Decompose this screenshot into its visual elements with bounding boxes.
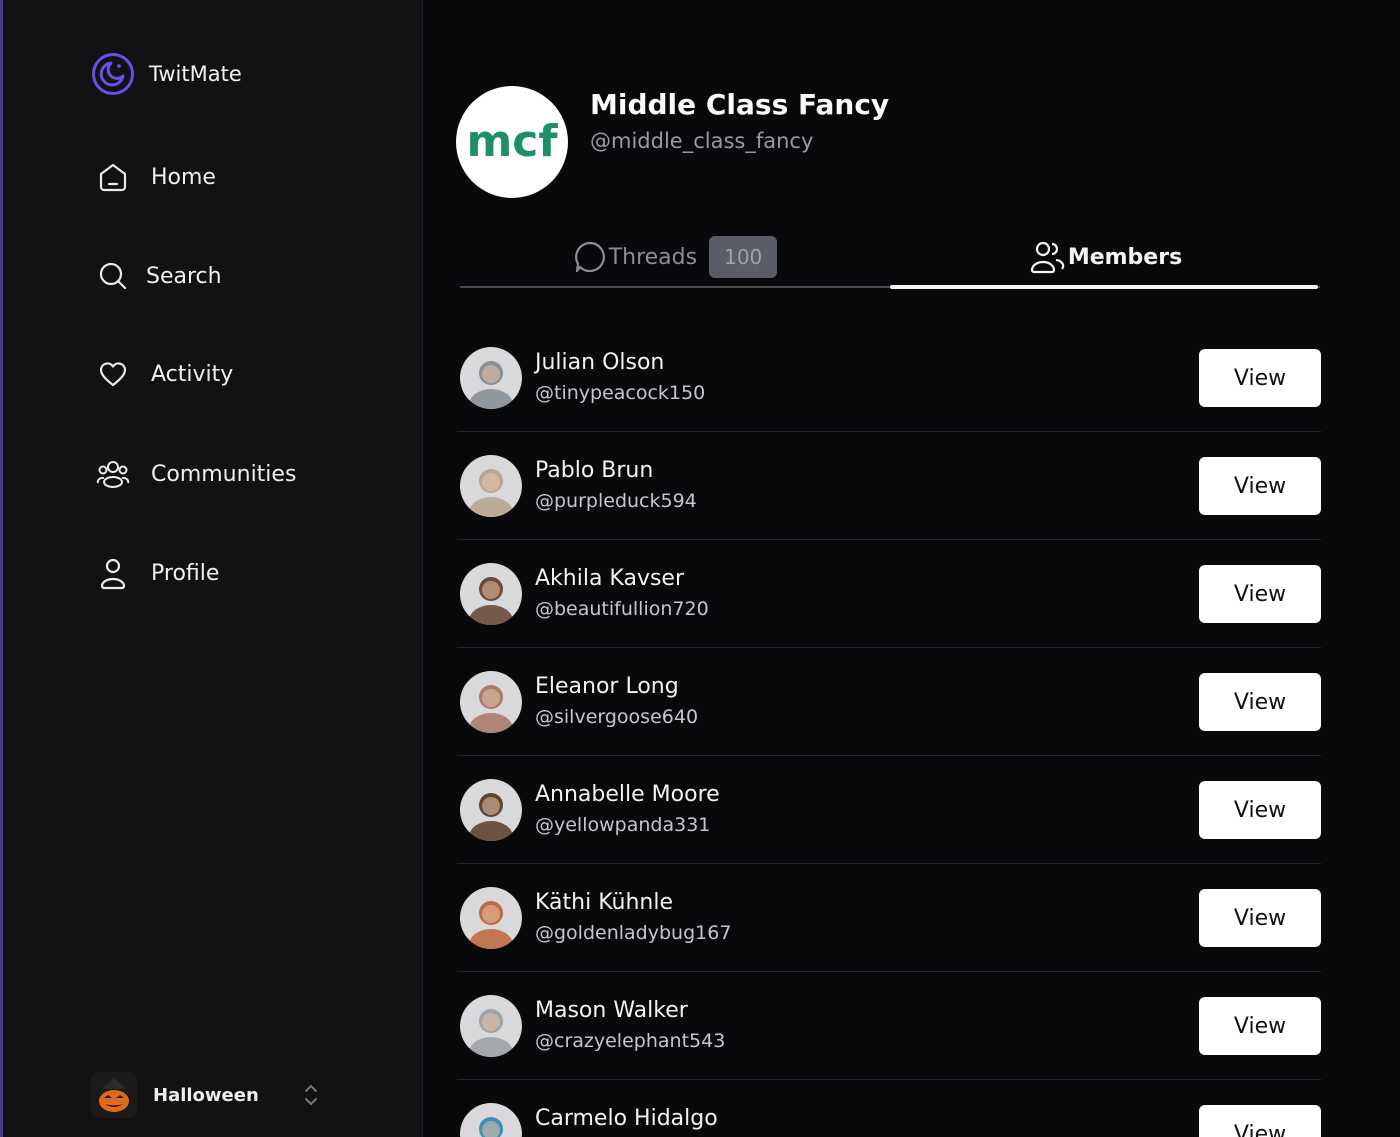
avatar[interactable] bbox=[460, 455, 522, 517]
main-content: mcf Middle Class Fancy @middle_class_fan… bbox=[424, 0, 1400, 1137]
member-handle: @crazyelephant543 bbox=[535, 1030, 726, 1052]
members-list: Julian Olson @tinypeacock150 View Pablo … bbox=[457, 324, 1321, 1137]
chevron-up-down-icon[interactable] bbox=[301, 1080, 321, 1110]
community-info: Middle Class Fancy @middle_class_fancy bbox=[590, 88, 889, 153]
heart-icon bbox=[95, 356, 131, 392]
sidebar-item-label: Communities bbox=[151, 461, 297, 487]
member-row: Annabelle Moore @yellowpanda331 View bbox=[457, 756, 1321, 864]
tab-label: Members bbox=[1067, 244, 1183, 270]
member-handle: @purpleduck594 bbox=[535, 490, 697, 512]
member-row: Mason Walker @crazyelephant543 View bbox=[457, 972, 1321, 1080]
member-row: Akhila Kavser @beautifullion720 View bbox=[457, 540, 1321, 648]
active-tab-indicator bbox=[890, 285, 1318, 289]
community-name: Middle Class Fancy bbox=[590, 88, 890, 121]
member-handle: @tinypeacock150 bbox=[535, 382, 706, 404]
team-name: Halloween bbox=[153, 1084, 259, 1106]
pumpkin-icon bbox=[91, 1072, 137, 1118]
view-button[interactable]: View bbox=[1199, 673, 1321, 731]
view-button[interactable]: View bbox=[1199, 457, 1321, 515]
sidebar-item-profile[interactable]: Profile bbox=[95, 555, 219, 591]
avatar[interactable] bbox=[460, 1103, 522, 1137]
avatar[interactable] bbox=[460, 347, 522, 409]
view-button[interactable]: View bbox=[1199, 349, 1321, 407]
user-icon bbox=[95, 555, 131, 591]
member-handle: @goldenladybug167 bbox=[535, 922, 732, 944]
tab-bar: Threads 100 Members bbox=[460, 226, 1320, 290]
communities-icon bbox=[95, 456, 131, 492]
member-row: Pablo Brun @purpleduck594 View bbox=[457, 432, 1321, 540]
sidebar-item-label: Activity bbox=[151, 361, 234, 387]
sidebar-item-search[interactable]: Search bbox=[95, 258, 222, 294]
community-logo: mcf bbox=[456, 86, 568, 198]
team-switcher[interactable]: Halloween bbox=[91, 1072, 321, 1118]
member-name[interactable]: Pablo Brun bbox=[535, 458, 653, 483]
view-button[interactable]: View bbox=[1199, 1105, 1321, 1137]
tab-members[interactable]: Members bbox=[890, 226, 1320, 288]
chat-bubble-icon bbox=[574, 241, 605, 273]
avatar[interactable] bbox=[460, 671, 522, 733]
view-button[interactable]: View bbox=[1199, 781, 1321, 839]
member-name[interactable]: Annabelle Moore bbox=[535, 782, 720, 807]
members-icon bbox=[1030, 241, 1064, 274]
member-row: Eleanor Long @silvergoose640 View bbox=[457, 648, 1321, 756]
search-icon bbox=[95, 258, 131, 294]
member-row: Carmelo Hidalgo View bbox=[457, 1080, 1321, 1137]
member-name[interactable]: Akhila Kavser bbox=[535, 566, 684, 591]
tab-label: Threads bbox=[608, 244, 698, 270]
member-row: Julian Olson @tinypeacock150 View bbox=[457, 324, 1321, 432]
avatar[interactable] bbox=[460, 995, 522, 1057]
member-handle: @yellowpanda331 bbox=[535, 814, 711, 836]
member-name[interactable]: Julian Olson bbox=[535, 350, 664, 375]
sidebar: TwitMate Home Search Activity Communitie… bbox=[3, 0, 423, 1137]
member-handle: @silvergoose640 bbox=[535, 706, 699, 728]
member-name[interactable]: Mason Walker bbox=[535, 998, 688, 1023]
member-handle: @beautifullion720 bbox=[535, 598, 709, 620]
view-button[interactable]: View bbox=[1199, 997, 1321, 1055]
view-button[interactable]: View bbox=[1199, 889, 1321, 947]
member-name[interactable]: Käthi Kühnle bbox=[535, 890, 673, 915]
view-button[interactable]: View bbox=[1199, 565, 1321, 623]
sidebar-item-communities[interactable]: Communities bbox=[95, 456, 296, 492]
sidebar-item-label: Search bbox=[146, 263, 222, 289]
tab-threads[interactable]: Threads 100 bbox=[460, 226, 890, 288]
app-name: TwitMate bbox=[149, 62, 242, 86]
community-header: mcf Middle Class Fancy @middle_class_fan… bbox=[456, 86, 889, 198]
threads-count-badge: 100 bbox=[709, 236, 778, 278]
member-row: Käthi Kühnle @goldenladybug167 View bbox=[457, 864, 1321, 972]
avatar[interactable] bbox=[460, 779, 522, 841]
member-name[interactable]: Carmelo Hidalgo bbox=[535, 1106, 718, 1131]
community-handle: @middle_class_fancy bbox=[590, 129, 814, 153]
member-name[interactable]: Eleanor Long bbox=[535, 674, 679, 699]
sidebar-item-activity[interactable]: Activity bbox=[95, 356, 233, 392]
sidebar-item-label: Profile bbox=[151, 560, 220, 586]
sidebar-item-label: Home bbox=[151, 164, 216, 190]
moon-logo-icon bbox=[92, 53, 134, 95]
avatar[interactable] bbox=[460, 563, 522, 625]
home-icon bbox=[95, 159, 131, 195]
brand[interactable]: TwitMate bbox=[91, 52, 242, 96]
community-logo-text: mcf bbox=[466, 116, 558, 167]
sidebar-item-home[interactable]: Home bbox=[95, 159, 216, 195]
avatar[interactable] bbox=[460, 887, 522, 949]
